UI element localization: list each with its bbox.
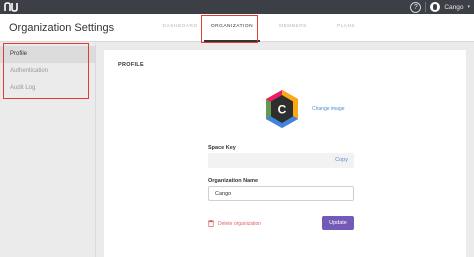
tab-bar: DASHBOARD ORGANIZATION MEMBERS PLANS xyxy=(158,14,368,42)
page-title: Organization Settings xyxy=(9,22,115,34)
change-image-link[interactable]: Change image xyxy=(312,106,345,112)
space-key-label: Space Key xyxy=(208,145,236,151)
divider xyxy=(425,2,427,12)
copy-button[interactable]: Copy xyxy=(335,153,348,168)
organization-name-label: Organization Name xyxy=(208,178,259,184)
tab-dashboard[interactable]: DASHBOARD xyxy=(158,14,202,42)
logo-letter: C xyxy=(278,103,287,117)
tab-highlight-annotation xyxy=(201,15,258,43)
tab-members[interactable]: MEMBERS xyxy=(262,14,324,42)
profile-panel: PROFILE C Change image Space Key Copy Or… xyxy=(104,50,466,257)
chevron-down-icon[interactable]: ▾ xyxy=(467,4,470,10)
update-button[interactable]: Update xyxy=(322,216,354,230)
user-menu-area: ? Cango ▾ xyxy=(410,1,470,13)
help-icon[interactable]: ? xyxy=(410,1,422,13)
organization-logo-icon[interactable]: C xyxy=(264,89,300,129)
sidebar-highlight-annotation xyxy=(3,43,89,99)
user-name[interactable]: Cango xyxy=(444,4,463,11)
section-title: PROFILE xyxy=(118,62,144,68)
avatar[interactable] xyxy=(430,2,441,12)
delete-organization-button[interactable]: Delete organization xyxy=(208,220,261,227)
delete-organization-label: Delete organization xyxy=(218,220,262,227)
app-logo[interactable] xyxy=(4,1,18,13)
top-bar: ? Cango ▾ xyxy=(0,0,474,14)
space-key-field: Copy xyxy=(208,153,354,168)
tab-plans[interactable]: PLANS xyxy=(324,14,368,42)
trash-icon xyxy=(208,220,214,227)
organization-name-input[interactable]: Cango xyxy=(208,186,354,201)
